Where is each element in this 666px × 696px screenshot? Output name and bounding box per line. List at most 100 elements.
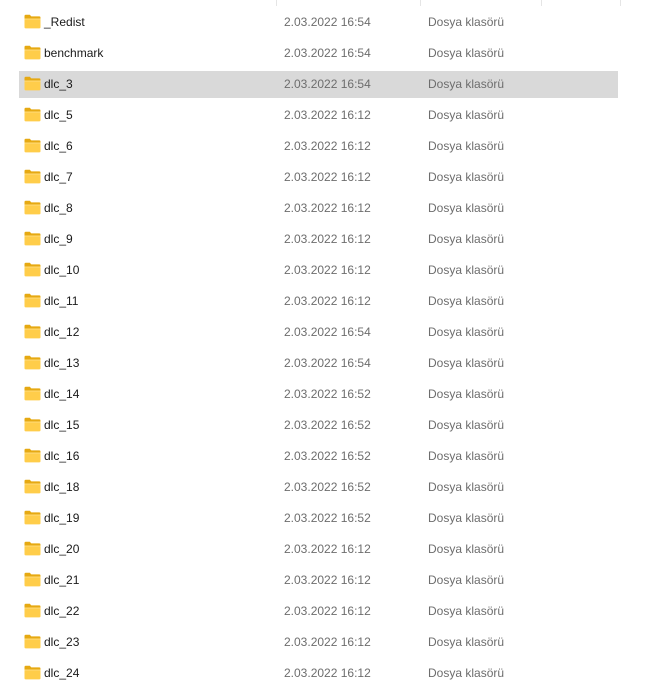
file-type: Dosya klasörü <box>428 325 505 339</box>
file-type: Dosya klasörü <box>428 201 505 215</box>
date-modified: 2.03.2022 16:54 <box>284 15 371 29</box>
file-type: Dosya klasörü <box>428 542 505 556</box>
folder-icon <box>24 293 41 308</box>
file-type: Dosya klasörü <box>428 418 505 432</box>
file-name: dlc_6 <box>44 139 73 153</box>
file-type: Dosya klasörü <box>428 232 505 246</box>
file-type: Dosya klasörü <box>428 480 505 494</box>
file-row[interactable]: dlc_10 2.03.2022 16:12 Dosya klasörü <box>0 255 666 286</box>
file-row[interactable]: dlc_6 2.03.2022 16:12 Dosya klasörü <box>0 131 666 162</box>
file-name: dlc_19 <box>44 511 80 525</box>
file-name: dlc_16 <box>44 449 80 463</box>
file-list: _Redist 2.03.2022 16:54 Dosya klasörü be… <box>0 0 666 696</box>
file-type: Dosya klasörü <box>428 108 505 122</box>
file-type: Dosya klasörü <box>428 263 505 277</box>
date-modified: 2.03.2022 16:52 <box>284 418 371 432</box>
file-row[interactable]: dlc_11 2.03.2022 16:12 Dosya klasörü <box>0 286 666 317</box>
file-row[interactable]: dlc_12 2.03.2022 16:54 Dosya klasörü <box>0 317 666 348</box>
file-row[interactable]: dlc_3 2.03.2022 16:54 Dosya klasörü <box>0 69 666 100</box>
folder-icon <box>24 603 41 618</box>
file-row[interactable]: dlc_21 2.03.2022 16:12 Dosya klasörü <box>0 565 666 596</box>
file-row[interactable]: dlc_9 2.03.2022 16:12 Dosya klasörü <box>0 224 666 255</box>
date-modified: 2.03.2022 16:12 <box>284 294 371 308</box>
file-name: dlc_24 <box>44 666 80 680</box>
date-modified: 2.03.2022 16:12 <box>284 139 371 153</box>
file-name: dlc_12 <box>44 325 80 339</box>
file-name: dlc_11 <box>44 294 79 308</box>
folder-icon <box>24 510 41 525</box>
date-modified: 2.03.2022 16:52 <box>284 480 371 494</box>
file-name: benchmark <box>44 46 104 60</box>
date-modified: 2.03.2022 16:54 <box>284 46 371 60</box>
folder-icon <box>24 355 41 370</box>
folder-icon <box>24 231 41 246</box>
date-modified: 2.03.2022 16:12 <box>284 108 371 122</box>
date-modified: 2.03.2022 16:12 <box>284 170 371 184</box>
file-row[interactable]: dlc_22 2.03.2022 16:12 Dosya klasörü <box>0 596 666 627</box>
file-type: Dosya klasörü <box>428 139 505 153</box>
file-type: Dosya klasörü <box>428 387 505 401</box>
folder-icon <box>24 262 41 277</box>
file-row[interactable]: dlc_19 2.03.2022 16:52 Dosya klasörü <box>0 503 666 534</box>
column-divider[interactable] <box>276 0 277 6</box>
file-name: dlc_20 <box>44 542 80 556</box>
file-row[interactable]: dlc_20 2.03.2022 16:12 Dosya klasörü <box>0 534 666 565</box>
folder-icon <box>24 107 41 122</box>
file-row[interactable]: dlc_23 2.03.2022 16:12 Dosya klasörü <box>0 627 666 658</box>
file-row[interactable]: benchmark 2.03.2022 16:54 Dosya klasörü <box>0 38 666 69</box>
file-type: Dosya klasörü <box>428 294 505 308</box>
date-modified: 2.03.2022 16:12 <box>284 201 371 215</box>
column-divider[interactable] <box>420 0 421 6</box>
date-modified: 2.03.2022 16:52 <box>284 387 371 401</box>
file-row[interactable]: dlc_5 2.03.2022 16:12 Dosya klasörü <box>0 100 666 131</box>
file-type: Dosya klasörü <box>428 604 505 618</box>
date-modified: 2.03.2022 16:52 <box>284 449 371 463</box>
date-modified: 2.03.2022 16:54 <box>284 356 371 370</box>
column-divider[interactable] <box>620 0 621 6</box>
file-type: Dosya klasörü <box>428 46 505 60</box>
folder-icon <box>24 665 41 680</box>
file-type: Dosya klasörü <box>428 356 505 370</box>
folder-icon <box>24 324 41 339</box>
file-row[interactable]: dlc_18 2.03.2022 16:52 Dosya klasörü <box>0 472 666 503</box>
file-row[interactable]: dlc_14 2.03.2022 16:52 Dosya klasörü <box>0 379 666 410</box>
file-name: dlc_7 <box>44 170 73 184</box>
date-modified: 2.03.2022 16:52 <box>284 511 371 525</box>
file-name: dlc_15 <box>44 418 80 432</box>
file-type: Dosya klasörü <box>428 170 505 184</box>
file-name: dlc_9 <box>44 232 73 246</box>
folder-icon <box>24 14 41 29</box>
file-row[interactable]: dlc_16 2.03.2022 16:52 Dosya klasörü <box>0 441 666 472</box>
date-modified: 2.03.2022 16:54 <box>284 77 371 91</box>
date-modified: 2.03.2022 16:12 <box>284 542 371 556</box>
file-row[interactable]: dlc_15 2.03.2022 16:52 Dosya klasörü <box>0 410 666 441</box>
date-modified: 2.03.2022 16:54 <box>284 325 371 339</box>
file-row[interactable]: dlc_8 2.03.2022 16:12 Dosya klasörü <box>0 193 666 224</box>
folder-icon <box>24 138 41 153</box>
file-row[interactable]: _Redist 2.03.2022 16:54 Dosya klasörü <box>0 7 666 38</box>
date-modified: 2.03.2022 16:12 <box>284 573 371 587</box>
folder-icon <box>24 417 41 432</box>
date-modified: 2.03.2022 16:12 <box>284 263 371 277</box>
file-name: dlc_21 <box>44 573 80 587</box>
file-name: dlc_18 <box>44 480 80 494</box>
file-type: Dosya klasörü <box>428 511 505 525</box>
file-name: dlc_10 <box>44 263 80 277</box>
folder-icon <box>24 76 41 91</box>
folder-icon <box>24 200 41 215</box>
file-name: _Redist <box>44 15 85 29</box>
folder-icon <box>24 448 41 463</box>
file-row[interactable]: dlc_24 2.03.2022 16:12 Dosya klasörü <box>0 658 666 689</box>
file-row[interactable]: dlc_7 2.03.2022 16:12 Dosya klasörü <box>0 162 666 193</box>
file-type: Dosya klasörü <box>428 635 505 649</box>
file-name: dlc_3 <box>44 77 73 91</box>
file-name: dlc_14 <box>44 387 80 401</box>
file-name: dlc_13 <box>44 356 80 370</box>
file-rows: _Redist 2.03.2022 16:54 Dosya klasörü be… <box>0 7 666 689</box>
column-divider[interactable] <box>541 0 542 6</box>
folder-icon <box>24 541 41 556</box>
file-row[interactable]: dlc_13 2.03.2022 16:54 Dosya klasörü <box>0 348 666 379</box>
file-type: Dosya klasörü <box>428 573 505 587</box>
file-name: dlc_8 <box>44 201 73 215</box>
file-name: dlc_22 <box>44 604 80 618</box>
